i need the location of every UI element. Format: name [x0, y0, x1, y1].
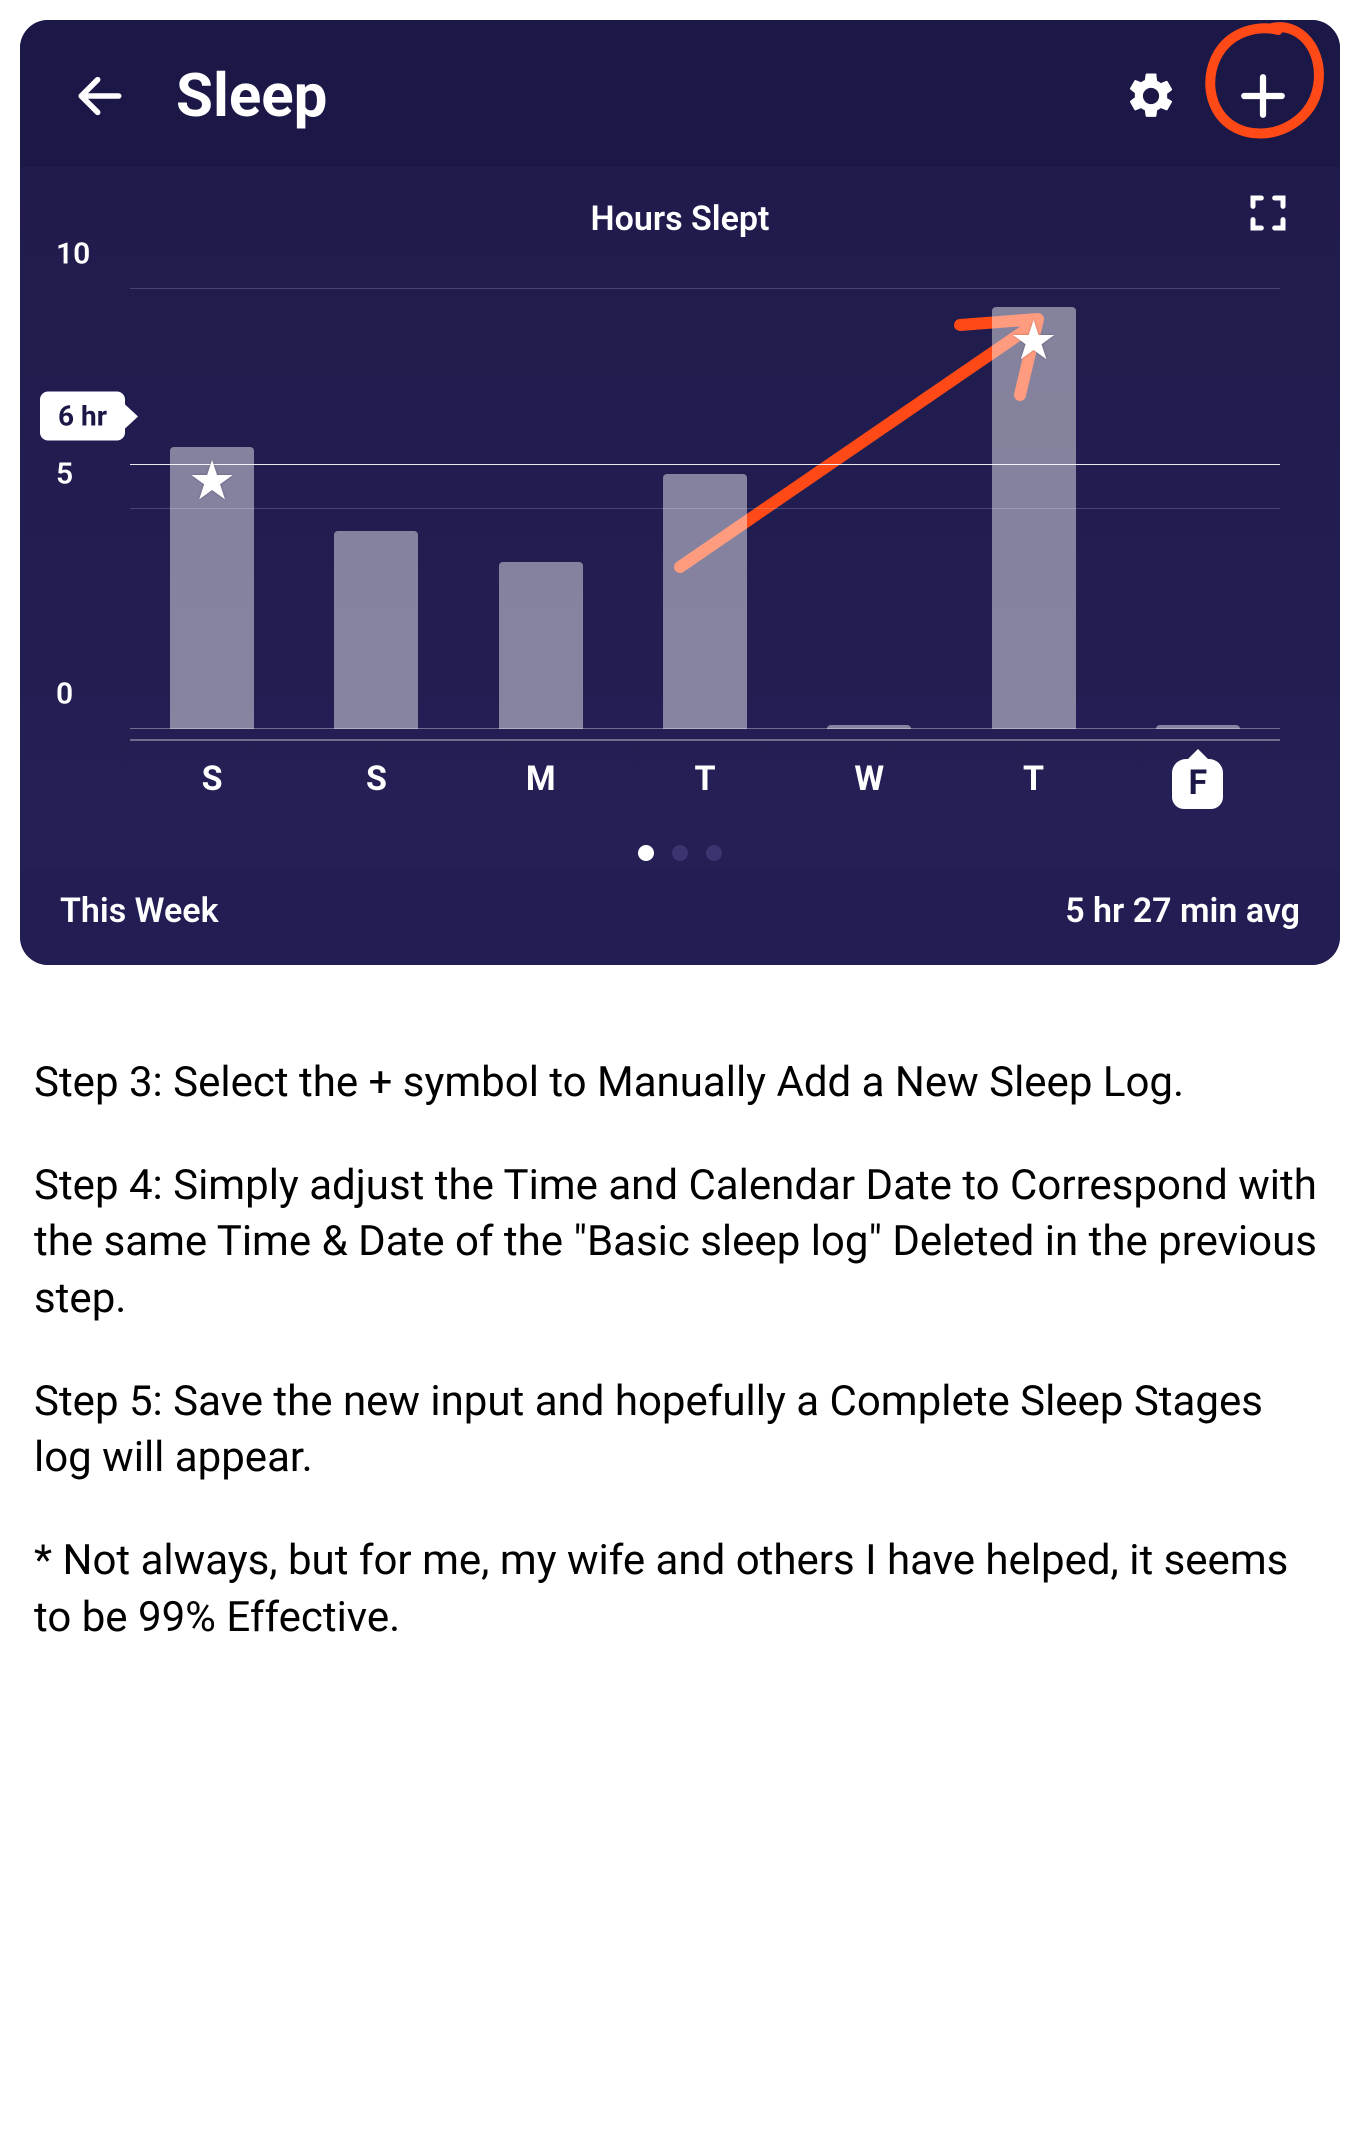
instruction-step-3: Step 3: Select the + symbol to Manually … [34, 1055, 1328, 1112]
star-icon: ★ [188, 455, 236, 509]
chart-bar[interactable] [334, 531, 418, 729]
settings-gear-icon[interactable] [1124, 69, 1178, 123]
card-body: Hours Slept 05106 hr★★ SSMTWTF [20, 167, 1340, 861]
instruction-step-5: Step 5: Save the new input and hopefully… [34, 1374, 1328, 1487]
pager-dot[interactable] [638, 845, 654, 861]
back-arrow-icon[interactable] [72, 68, 128, 124]
chart-x-axis: SSMTWTF [130, 739, 1280, 809]
instruction-note: * Not always, but for me, my wife and ot… [34, 1533, 1328, 1646]
chart-x-label: S [294, 741, 458, 809]
card-footer: This Week 5 hr 27 min avg [20, 869, 1340, 965]
chart-x-label: F [1116, 741, 1280, 809]
chart-y-tick: 0 [56, 677, 73, 712]
star-icon: ★ [1009, 315, 1057, 369]
chart-bar[interactable] [499, 562, 583, 729]
chart-x-label: T [951, 741, 1115, 809]
sleep-card: Sleep Hours Slept 05106 hr★★ SSMTWTF [20, 20, 1340, 965]
instruction-step-4: Step 4: Simply adjust the Time and Calen… [34, 1158, 1328, 1328]
page-indicator[interactable] [40, 845, 1320, 861]
goal-label: 6 hr [40, 392, 125, 441]
chart-x-label: S [130, 741, 294, 809]
chart-y-tick: 10 [56, 237, 90, 272]
sleep-bar-chart[interactable]: 05106 hr★★ SSMTWTF [40, 289, 1320, 809]
chart-y-tick: 5 [56, 457, 73, 492]
chart-bar[interactable] [663, 474, 747, 729]
add-sleep-log-icon[interactable] [1238, 71, 1288, 121]
chart-bar[interactable] [1156, 725, 1240, 729]
pager-dot[interactable] [672, 845, 688, 861]
summary-average-label: 5 hr 27 min avg [1065, 891, 1300, 931]
expand-fullscreen-icon[interactable] [1248, 193, 1288, 237]
chart-bar[interactable]: ★ [992, 307, 1076, 729]
pager-dot[interactable] [706, 845, 722, 861]
chart-bar[interactable] [827, 725, 911, 729]
chart-x-label: T [623, 741, 787, 809]
today-marker: F [1172, 759, 1223, 809]
chart-x-label: W [787, 741, 951, 809]
chart-x-label: M [459, 741, 623, 809]
chart-title: Hours Slept [591, 199, 770, 239]
summary-range-label: This Week [60, 891, 219, 931]
header-actions [1124, 69, 1288, 123]
instruction-text: Step 3: Select the + symbol to Manually … [0, 985, 1362, 1733]
card-header: Sleep [20, 20, 1340, 167]
chart-bar[interactable]: ★ [170, 447, 254, 729]
page-title: Sleep [176, 60, 327, 131]
